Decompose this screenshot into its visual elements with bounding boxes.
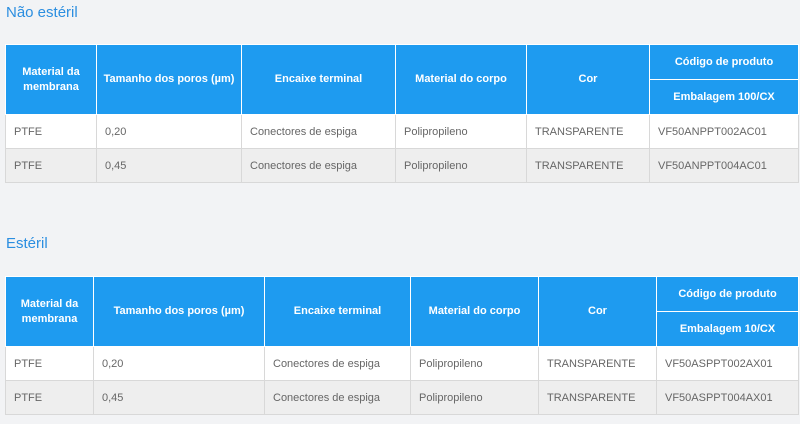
header-color: Cor <box>538 276 657 347</box>
header-membrane: Material da membrana <box>5 44 97 115</box>
table-row: PTFE 0,20 Conectores de espiga Polipropi… <box>5 114 799 149</box>
cell-pore-size: 0,45 <box>93 380 265 415</box>
cell-body-material: Polipropileno <box>395 148 527 183</box>
table-row: PTFE 0,45 Conectores de espiga Polipropi… <box>5 380 799 415</box>
header-product-code: Código de produto <box>649 44 799 80</box>
table-row: PTFE 0,45 Conectores de espiga Polipropi… <box>5 148 799 183</box>
header-color: Cor <box>526 44 650 115</box>
cell-terminal: Conectores de espiga <box>264 346 411 381</box>
cell-product-code: VF50ANPPT002AC01 <box>649 114 799 149</box>
cell-color: TRANSPARENTE <box>538 346 657 381</box>
header-terminal: Encaixe terminal <box>241 44 396 115</box>
cell-product-code: VF50ANPPT004AC01 <box>649 148 799 183</box>
cell-color: TRANSPARENTE <box>526 148 650 183</box>
product-table-non-sterile: Material da membrana Tamanho dos poros (… <box>5 44 799 183</box>
header-terminal: Encaixe terminal <box>264 276 411 347</box>
cell-body-material: Polipropileno <box>410 346 539 381</box>
cell-membrane: PTFE <box>5 380 94 415</box>
header-packaging: Embalagem 10/CX <box>656 311 799 347</box>
cell-membrane: PTFE <box>5 114 97 149</box>
table-row: PTFE 0,20 Conectores de espiga Polipropi… <box>5 346 799 381</box>
product-table-sterile: Material da membrana Tamanho dos poros (… <box>5 276 799 415</box>
header-product-code: Código de produto <box>656 276 799 312</box>
cell-pore-size: 0,20 <box>96 114 242 149</box>
cell-membrane: PTFE <box>5 148 97 183</box>
cell-membrane: PTFE <box>5 346 94 381</box>
cell-terminal: Conectores de espiga <box>241 114 396 149</box>
cell-body-material: Polipropileno <box>395 114 527 149</box>
header-membrane: Material da membrana <box>5 276 94 347</box>
cell-product-code: VF50ASPPT004AX01 <box>656 380 799 415</box>
section-title-non-sterile: Não estéril <box>6 4 78 21</box>
cell-product-code: VF50ASPPT002AX01 <box>656 346 799 381</box>
header-body-material: Material do corpo <box>395 44 527 115</box>
cell-terminal: Conectores de espiga <box>264 380 411 415</box>
cell-pore-size: 0,20 <box>93 346 265 381</box>
cell-terminal: Conectores de espiga <box>241 148 396 183</box>
header-pore-size: Tamanho dos poros (µm) <box>93 276 265 347</box>
cell-color: TRANSPARENTE <box>538 380 657 415</box>
header-pore-size: Tamanho dos poros (µm) <box>96 44 242 115</box>
cell-color: TRANSPARENTE <box>526 114 650 149</box>
header-packaging: Embalagem 100/CX <box>649 79 799 115</box>
cell-pore-size: 0,45 <box>96 148 242 183</box>
section-title-sterile: Estéril <box>6 235 48 252</box>
header-body-material: Material do corpo <box>410 276 539 347</box>
cell-body-material: Polipropileno <box>410 380 539 415</box>
